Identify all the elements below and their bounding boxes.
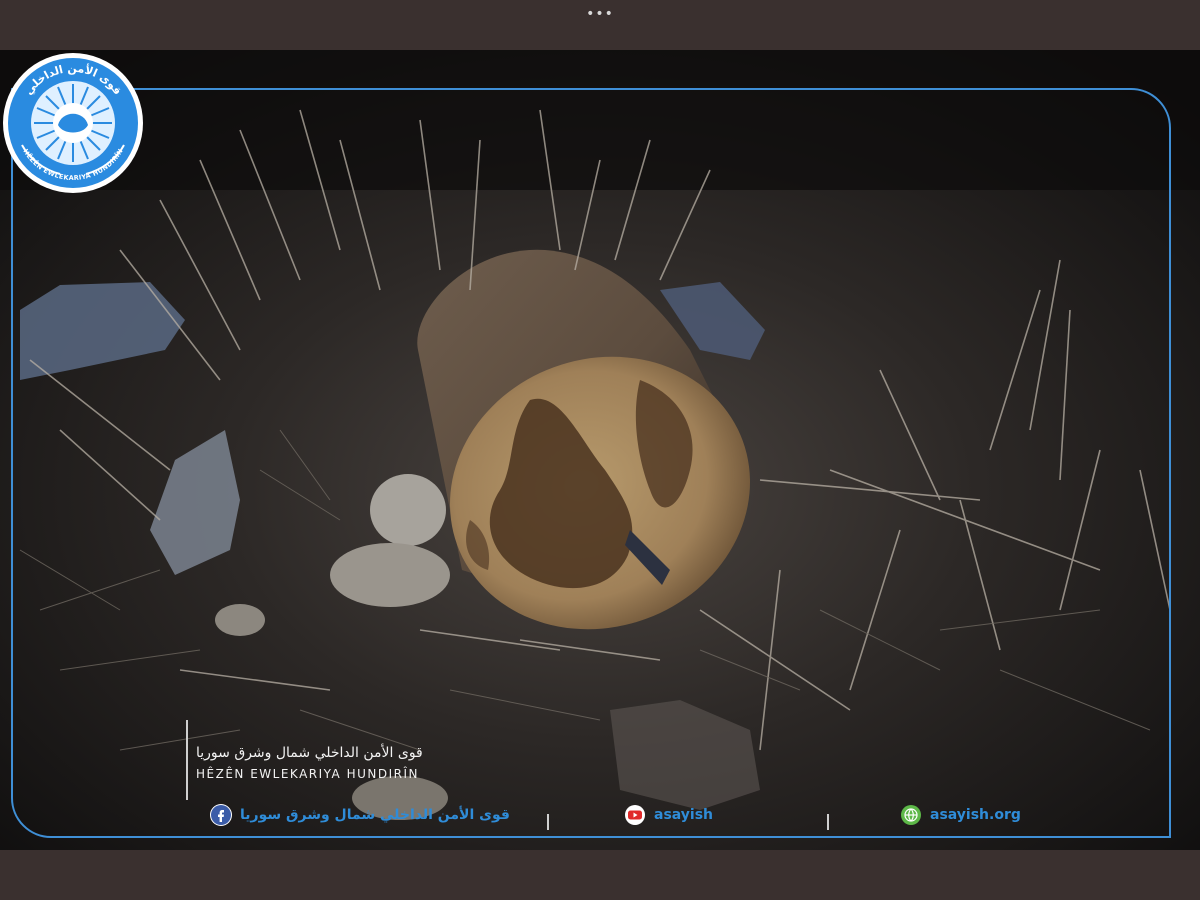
facebook-page-name: قوى الأمن الداخلي شمال وشرق سوريا — [240, 807, 510, 823]
social-separator — [827, 814, 829, 830]
night-scene-illustration — [0, 50, 1200, 850]
brand-kurdish-name: HÊZÊN EWLEKARIYA HUNDIRÎN — [196, 767, 419, 781]
globe-icon — [900, 804, 922, 826]
viewer-top-bar: ••• — [0, 0, 1200, 50]
viewer-bottom-bar — [0, 850, 1200, 900]
youtube-icon — [624, 804, 646, 826]
brand-divider — [186, 720, 188, 800]
more-horizontal-icon[interactable]: ••• — [586, 7, 614, 21]
social-facebook: قوى الأمن الداخلي شمال وشرق سوريا — [210, 802, 510, 828]
social-website: asayish.org — [900, 802, 1021, 828]
youtube-channel-name: asayish — [654, 807, 714, 823]
brand-arabic-name: قوى الأمن الداخلي شمال وشرق سوريا — [196, 745, 423, 761]
social-separator — [547, 814, 549, 830]
social-youtube: asayish — [624, 802, 713, 828]
photo: قوى الأمن الداخلي HÊZÊN EWLEKARIYA HUNDI… — [0, 50, 1200, 850]
website-url: asayish.org — [930, 807, 1021, 823]
asayish-emblem-icon: قوى الأمن الداخلي HÊZÊN EWLEKARIYA HUNDI… — [3, 53, 143, 193]
facebook-icon — [210, 804, 232, 826]
